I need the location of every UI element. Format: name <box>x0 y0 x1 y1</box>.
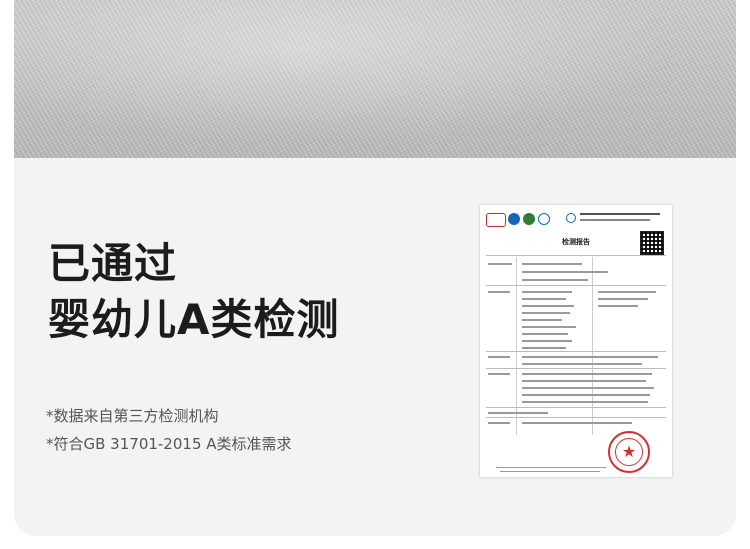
text-line <box>522 305 574 307</box>
fabric-texture-image <box>14 0 736 158</box>
test-report-document: 检测报告 ★ <box>480 205 672 477</box>
text-line <box>488 373 510 375</box>
text-line <box>522 363 642 365</box>
footer-line <box>500 471 600 472</box>
text-line <box>488 412 548 414</box>
text-line <box>522 340 572 342</box>
product-detail-page: 已通过 婴幼儿A类检测 *数据来自第三方检测机构 *符合GB 31701-201… <box>0 0 750 549</box>
table-column-divider <box>592 257 593 435</box>
text-line <box>522 271 608 273</box>
cma-logo <box>486 213 506 227</box>
text-line <box>488 263 512 265</box>
certification-logo <box>523 213 535 225</box>
lab-logo <box>538 213 550 225</box>
text-line <box>598 305 638 307</box>
table-rule <box>486 407 666 408</box>
footer-line <box>496 467 606 468</box>
footnote-data-source: *数据来自第三方检测机构 <box>46 407 219 425</box>
text-line <box>488 422 510 424</box>
text-line <box>522 319 562 321</box>
text-line <box>522 394 650 396</box>
headline-line-2: 婴幼儿A类检测 <box>48 295 340 344</box>
table-column-divider <box>516 257 517 435</box>
text-line <box>522 263 582 265</box>
organization-subtitle-line <box>580 219 650 221</box>
text-line <box>522 422 632 424</box>
table-rule <box>486 368 666 369</box>
table-rule <box>486 255 666 256</box>
organization-mark-icon <box>566 213 576 223</box>
official-seal: ★ <box>608 431 650 473</box>
text-line <box>522 333 568 335</box>
headline: 已通过 婴幼儿A类检测 <box>48 236 340 348</box>
text-line <box>522 298 566 300</box>
text-line <box>522 401 648 403</box>
headline-line-1: 已通过 <box>48 239 178 288</box>
star-icon: ★ <box>621 442 637 461</box>
text-line <box>522 347 566 349</box>
text-line <box>488 291 510 293</box>
text-line <box>598 291 656 293</box>
accreditation-logo <box>508 213 520 225</box>
testing-organization-header <box>566 211 662 227</box>
footnotes: *数据来自第三方检测机构 *符合GB 31701-2015 A类标准需求 <box>46 402 292 458</box>
text-line <box>522 380 646 382</box>
text-line <box>598 298 648 300</box>
qr-code-icon <box>640 231 664 255</box>
organization-name-line <box>580 213 660 215</box>
text-line <box>522 291 572 293</box>
text-line <box>522 279 588 281</box>
table-rule <box>486 351 666 352</box>
table-rule <box>486 417 666 418</box>
text-line <box>522 356 658 358</box>
text-line <box>522 326 576 328</box>
table-rule <box>486 285 666 286</box>
footnote-standard: *符合GB 31701-2015 A类标准需求 <box>46 435 292 453</box>
text-line <box>522 312 570 314</box>
text-line <box>522 387 654 389</box>
text-line <box>488 356 510 358</box>
text-line <box>522 373 652 375</box>
